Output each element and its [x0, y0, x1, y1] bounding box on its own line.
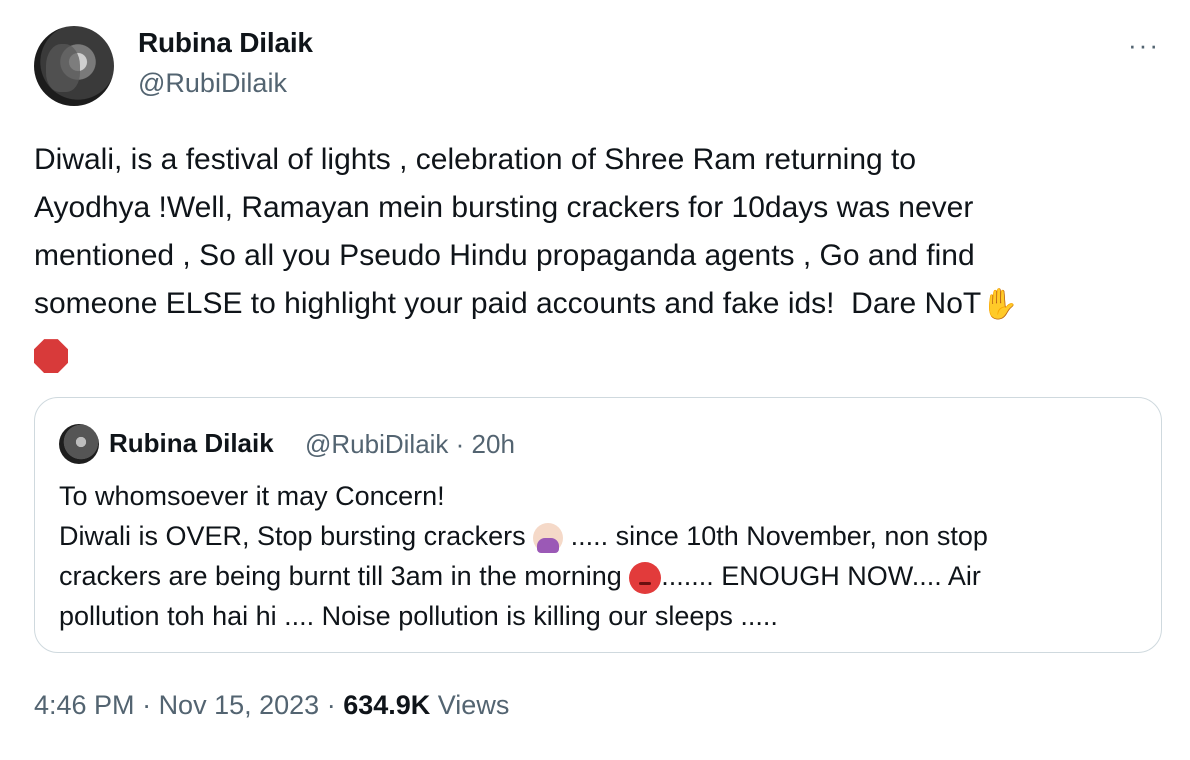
- tweet-line: mentioned , So all you Pseudo Hindu prop…: [34, 239, 975, 272]
- quoted-author-avatar: [59, 424, 99, 464]
- quoted-text: To whomsoever it may Concern! Diwali is …: [59, 476, 1139, 636]
- quoted-meta: @RubiDilaik · 20h: [305, 429, 515, 459]
- views-count[interactable]: 634.9K: [343, 690, 430, 720]
- quoted-line: To whomsoever it may Concern!: [59, 481, 445, 511]
- author-handle[interactable]: @RubiDilaik: [138, 68, 287, 99]
- views-label: Views: [437, 690, 510, 720]
- tweet-text: Diwali, is a festival of lights , celebr…: [34, 136, 1159, 376]
- quoted-line-part: Diwali is OVER, Stop bursting crackers: [59, 521, 534, 551]
- raised-hand-icon: ✋: [981, 288, 1019, 322]
- quoted-time: 20h: [471, 429, 515, 459]
- tweet-time[interactable]: 4:46 PM: [34, 690, 135, 720]
- author-avatar[interactable]: [34, 26, 114, 106]
- quoted-line-part: ..... since 10th November, non stop: [570, 521, 988, 551]
- quoted-line-part: ....... ENOUGH NOW.... Air: [661, 561, 981, 591]
- angry-face-icon: [629, 561, 662, 594]
- quoted-line: crackers are being burnt till 3am in the…: [59, 556, 1139, 596]
- stop-sign-icon: [34, 339, 68, 374]
- woman-gesturing-no-icon: [533, 522, 564, 553]
- tweet-line: Ayodhya !Well, Ramayan mein bursting cra…: [34, 191, 974, 224]
- quoted-tweet[interactable]: Rubina Dilaik @RubiDilaik · 20h To whoms…: [34, 397, 1162, 653]
- more-options-icon[interactable]: ···: [1128, 30, 1160, 61]
- quoted-author-handle: @RubiDilaik: [305, 429, 449, 459]
- quoted-line-part: crackers are being burnt till 3am in the…: [59, 561, 630, 591]
- tweet-line: Diwali, is a festival of lights , celebr…: [34, 143, 917, 176]
- author-name[interactable]: Rubina Dilaik: [138, 27, 313, 59]
- tweet-line: someone ELSE to highlight your paid acco…: [34, 287, 982, 320]
- tweet-footer: 4:46 PM · Nov 15, 2023 · 634.9K Views: [34, 690, 510, 720]
- tweet-date[interactable]: Nov 15, 2023: [159, 690, 320, 720]
- quoted-line: Diwali is OVER, Stop bursting crackers .…: [59, 516, 1139, 556]
- quoted-line: pollution toh hai hi .... Noise pollutio…: [59, 601, 778, 631]
- quoted-author-name: Rubina Dilaik: [109, 428, 274, 458]
